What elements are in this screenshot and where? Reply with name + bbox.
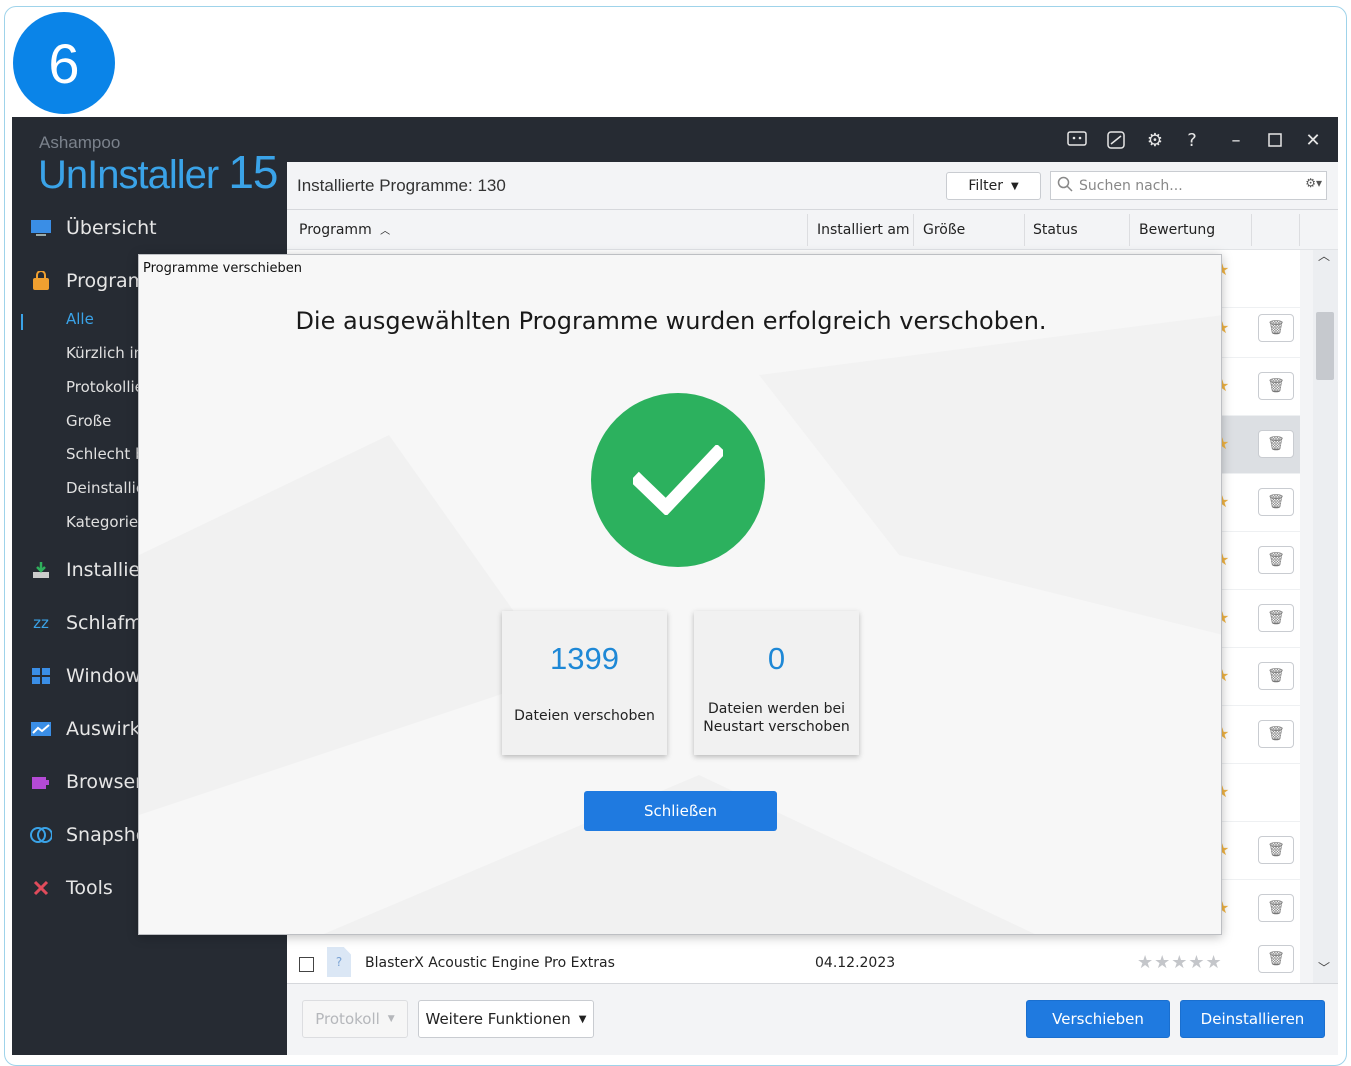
stat-card-moved: 1399 Dateien verschoben: [502, 611, 667, 755]
caret-down-icon: ▼: [387, 1014, 395, 1024]
trash-icon[interactable]: 🗑: [1258, 894, 1294, 922]
column-divider: [913, 214, 914, 246]
brand-name: UnInstaller: [38, 153, 219, 197]
program-rating[interactable]: ★★★★★: [1137, 952, 1223, 973]
trash-icon[interactable]: 🗑: [1258, 604, 1294, 632]
unknown-program-icon: ?: [327, 947, 351, 977]
minimize-icon[interactable]: –: [1225, 129, 1247, 151]
table-header: Programm ︿ Installiert am Größe Status B…: [287, 210, 1338, 250]
column-divider: [1129, 214, 1130, 246]
trash-icon[interactable]: 🗑: [1258, 488, 1294, 516]
search-icon: [1057, 176, 1073, 196]
sidebar-item-label: Browser: [66, 771, 143, 793]
sidebar-item-tools[interactable]: Tools: [30, 873, 113, 903]
active-indicator: [21, 314, 23, 330]
sidebar-item-windows[interactable]: Windows: [30, 661, 151, 691]
dialog-title: Programme verschieben: [143, 261, 302, 276]
column-installed[interactable]: Installiert am: [817, 222, 910, 238]
trash-icon[interactable]: 🗑: [1258, 546, 1294, 574]
background-pattern: [139, 315, 1221, 934]
search-input[interactable]: Suchen nach... ⚙▾: [1050, 171, 1327, 200]
success-message: Die ausgewählten Programme wurden erfolg…: [295, 307, 1047, 335]
sidebar-sub-alle[interactable]: Alle: [66, 310, 94, 328]
column-status[interactable]: Status: [1033, 222, 1078, 238]
column-divider: [807, 214, 808, 246]
trash-icon[interactable]: 🗑: [1258, 836, 1294, 864]
windows-icon: [30, 666, 52, 686]
filter-button[interactable]: Filter ▼: [946, 172, 1041, 200]
pending-count: 0: [767, 641, 786, 676]
maximize-icon[interactable]: [1264, 129, 1286, 151]
sidebar-item-label: Übersicht: [66, 217, 157, 239]
snapshot-icon: [30, 825, 52, 845]
verschieben-button[interactable]: Verschieben: [1026, 1000, 1170, 1038]
step-badge: 6: [13, 12, 115, 114]
list-toolbar: Installierte Programme: 130 Filter ▼ Such…: [287, 162, 1338, 210]
deinstallieren-button[interactable]: Deinstallieren: [1180, 1000, 1325, 1038]
install-icon: [30, 560, 52, 580]
column-divider: [1024, 214, 1025, 246]
chart-icon: [30, 719, 52, 739]
trash-icon[interactable]: 🗑: [1258, 314, 1294, 342]
stat-card-pending: 0 Dateien werden bei Neustart verschoben: [694, 611, 859, 755]
caret-down-icon: ▼: [1010, 180, 1019, 192]
row-checkbox[interactable]: [299, 957, 314, 972]
program-name: BlasterX Acoustic Engine Pro Extras: [365, 955, 615, 971]
moved-count: 1399: [550, 641, 619, 676]
trash-icon[interactable]: 🗑: [1258, 662, 1294, 690]
table-row[interactable]: ? BlasterX Acoustic Engine Pro Extras 04…: [287, 935, 1300, 983]
sidebar-item-browser[interactable]: Browser: [30, 767, 143, 797]
package-icon: [30, 271, 52, 291]
scroll-up-icon[interactable]: ︿: [1318, 247, 1330, 264]
sidebar-item-uebersicht[interactable]: Übersicht: [30, 213, 157, 243]
trash-icon[interactable]: 🗑: [1258, 372, 1294, 400]
sidebar-item-label: Tools: [66, 877, 113, 899]
close-button[interactable]: Schließen: [584, 791, 777, 831]
installed-count: Installierte Programme: 130: [297, 176, 506, 195]
sleep-icon: zz: [33, 614, 49, 632]
feedback-icon[interactable]: [1066, 129, 1088, 151]
filter-label: Filter: [968, 178, 1003, 194]
success-check-icon: [591, 393, 765, 567]
caret-down-icon: ▼: [578, 1013, 587, 1025]
column-rating[interactable]: Bewertung: [1139, 222, 1215, 238]
monitor-icon: [30, 218, 52, 238]
trash-icon[interactable]: 🗑: [1258, 430, 1294, 458]
sort-asc-icon: ︿: [380, 226, 391, 237]
scroll-down-icon[interactable]: ﹀: [1318, 959, 1330, 976]
scrollbar-thumb[interactable]: [1316, 312, 1334, 380]
column-divider: [1251, 214, 1252, 246]
sidebar-sub-kategorien[interactable]: Kategorien: [66, 513, 148, 531]
tools-icon: [30, 878, 52, 898]
brand-title: UnInstaller 15: [38, 145, 279, 199]
help-icon[interactable]: ?: [1181, 129, 1203, 151]
weitere-funktionen-button[interactable]: Weitere Funktionen ▼: [418, 1000, 594, 1038]
move-programs-dialog: Programme verschieben Die ausgewählten P…: [138, 254, 1222, 935]
trash-icon[interactable]: 🗑: [1258, 720, 1294, 748]
weitere-label: Weitere Funktionen: [425, 1010, 571, 1028]
protokoll-label: Protokoll: [315, 1010, 380, 1028]
title-bar: ⚙ ? – ✕: [287, 117, 1338, 162]
brand-version: 15: [228, 146, 278, 198]
skin-icon[interactable]: [1105, 129, 1127, 151]
column-label: Programm: [299, 222, 372, 238]
trash-icon[interactable]: 🗑: [1258, 945, 1294, 973]
program-installed-date: 04.12.2023: [815, 955, 896, 971]
footer-bar: Protokoll ▼ Weitere Funktionen ▼ Verschieb…: [287, 983, 1338, 1055]
close-icon[interactable]: ✕: [1302, 129, 1324, 151]
search-placeholder: Suchen nach...: [1079, 177, 1183, 194]
column-size[interactable]: Größe: [923, 222, 965, 238]
puzzle-icon: [30, 772, 52, 792]
sidebar-sub-grosse[interactable]: Große: [66, 412, 111, 430]
moved-label: Dateien verschoben: [514, 708, 655, 724]
column-program[interactable]: Programm ︿: [299, 222, 390, 238]
search-options-icon[interactable]: ⚙▾: [1305, 176, 1322, 190]
column-divider: [1299, 214, 1300, 246]
pending-label: Dateien werden bei Neustart verschoben: [703, 701, 850, 735]
gear-icon[interactable]: ⚙: [1144, 129, 1166, 151]
protokoll-button[interactable]: Protokoll ▼: [302, 1000, 408, 1038]
